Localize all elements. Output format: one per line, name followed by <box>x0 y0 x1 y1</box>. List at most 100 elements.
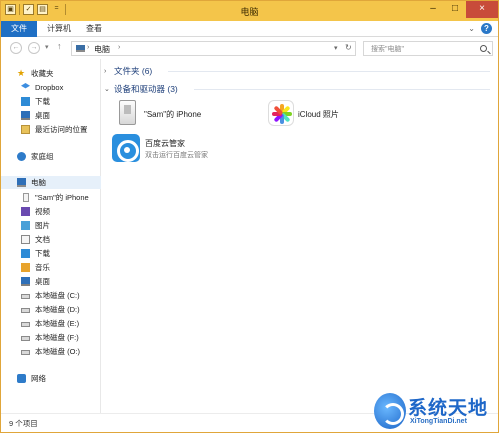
sidebar-item-videos[interactable]: 视频 <box>21 205 50 218</box>
sidebar-item-desktop[interactable]: 桌面 <box>21 109 50 122</box>
watermark: 系统天地 XiTongTianDi.net <box>374 391 498 432</box>
tab-file[interactable]: 文件 <box>1 21 37 37</box>
site-logo-icon <box>374 393 406 429</box>
title-bar: ▣ ✓ ▤ = 电脑 – □ × <box>1 1 498 21</box>
sidebar-item-label: 下载 <box>35 249 50 258</box>
sidebar-item-label: 收藏夹 <box>31 69 54 78</box>
expand-ribbon-icon[interactable]: ⌄ <box>468 24 475 33</box>
music-icon <box>21 263 30 272</box>
star-icon: ★ <box>17 68 26 78</box>
sidebar-item-label: 图片 <box>35 221 50 230</box>
sidebar-item-iphone[interactable]: "Sam"的 iPhone <box>21 191 89 204</box>
device-label: iCloud 照片 <box>298 110 339 119</box>
device-label: "Sam"的 iPhone <box>144 110 202 119</box>
sidebar-item-dropbox[interactable]: Dropbox <box>21 81 63 94</box>
sidebar-item-documents[interactable]: 文档 <box>21 233 50 246</box>
watermark-title: 系统天地 <box>408 398 489 419</box>
device-label: 百度云管家 <box>145 139 185 148</box>
group-divider <box>194 89 490 90</box>
photos-icon <box>268 100 294 126</box>
sidebar-item-label: 本地磁盘 (D:) <box>35 305 80 314</box>
device-subtitle: 双击运行百度云管家 <box>145 152 208 159</box>
sidebar-favorites[interactable]: ★ 收藏夹 <box>17 67 54 80</box>
videos-icon <box>21 207 30 216</box>
sidebar-item-label: Dropbox <box>35 83 64 92</box>
download-icon <box>21 97 30 106</box>
sidebar-computer[interactable]: 电脑 <box>1 176 101 189</box>
ribbon-controls: ⌄ ? <box>468 23 492 34</box>
address-dropdown[interactable]: ▾ <box>334 44 338 52</box>
recent-locations-button[interactable]: ▾ <box>45 43 49 51</box>
sidebar-network[interactable]: 网络 <box>17 372 46 385</box>
sidebar-item-drive-f[interactable]: 本地磁盘 (F:) <box>21 331 79 344</box>
sidebar-item-label: 本地磁盘 (C:) <box>35 291 80 300</box>
sidebar-item-label: 音乐 <box>35 263 50 272</box>
minimize-button[interactable]: – <box>422 1 444 18</box>
path-separator[interactable]: › <box>118 44 120 51</box>
computer-icon <box>17 178 26 187</box>
sidebar-item-label: 文档 <box>35 235 50 244</box>
group-folders[interactable]: › 文件夹 (6) <box>104 64 152 78</box>
tab-view[interactable]: 查看 <box>86 21 102 37</box>
sidebar-item-label: 桌面 <box>35 277 50 286</box>
group-title: 设备和驱动器 (3) <box>114 84 178 94</box>
navigation-pane: ★ 收藏夹 Dropbox 下载 桌面 最近访问的位置 家庭组 电脑 "Sam"… <box>1 59 101 413</box>
group-devices[interactable]: ⌄ 设备和驱动器 (3) <box>104 82 178 96</box>
item-count: 9 个项目 <box>9 419 38 428</box>
sidebar-item-drive-d[interactable]: 本地磁盘 (D:) <box>21 303 80 316</box>
content-pane: › 文件夹 (6) ⌄ 设备和驱动器 (3) "Sam"的 iPhone iCl… <box>102 59 498 413</box>
forward-button[interactable]: → <box>28 42 40 54</box>
close-button[interactable]: × <box>466 1 498 18</box>
homegroup-icon <box>17 152 26 161</box>
help-icon[interactable]: ? <box>481 23 492 34</box>
dropbox-icon <box>21 83 30 89</box>
sidebar-item-pictures[interactable]: 图片 <box>21 219 50 232</box>
drive-icon <box>21 308 30 313</box>
computer-icon <box>76 45 85 52</box>
documents-icon <box>21 235 30 244</box>
sidebar-item-drive-c[interactable]: 本地磁盘 (C:) <box>21 289 80 302</box>
sidebar-item-recent[interactable]: 最近访问的位置 <box>21 123 88 136</box>
group-divider <box>168 71 490 72</box>
sidebar-item-drive-e[interactable]: 本地磁盘 (E:) <box>21 317 79 330</box>
search-icon <box>480 45 487 52</box>
pictures-icon <box>21 221 30 230</box>
search-placeholder: 搜索"电脑" <box>371 46 404 53</box>
back-button[interactable]: ← <box>10 42 22 54</box>
path-segment-computer[interactable]: 电脑 <box>94 44 110 55</box>
sidebar-item-label: 网络 <box>31 374 46 383</box>
sidebar-item-drive-o[interactable]: 本地磁盘 (O:) <box>21 345 80 358</box>
desktop-icon <box>21 277 30 286</box>
sidebar-item-label: 视频 <box>35 207 50 216</box>
sidebar-item-label: 下载 <box>35 97 50 106</box>
drive-icon <box>21 294 30 299</box>
sidebar-item-downloads[interactable]: 下载 <box>21 95 50 108</box>
sidebar-item-label: 桌面 <box>35 111 50 120</box>
sidebar-item-label: 最近访问的位置 <box>35 125 88 134</box>
iphone-icon <box>23 193 29 202</box>
maximize-button[interactable]: □ <box>444 1 466 18</box>
search-input[interactable]: 搜索"电脑" <box>363 41 493 56</box>
desktop-icon <box>21 111 30 120</box>
address-bar[interactable]: › 电脑 › ▾ ↻ <box>71 41 356 56</box>
watermark-url: XiTongTianDi.net <box>410 418 467 425</box>
group-title: 文件夹 (6) <box>114 66 153 76</box>
sidebar-item-downloads-pc[interactable]: 下载 <box>21 247 50 260</box>
up-button[interactable]: ↑ <box>57 41 62 51</box>
sidebar-item-label: 本地磁盘 (O:) <box>35 347 80 356</box>
sidebar-item-label: 本地磁盘 (F:) <box>35 333 79 342</box>
ribbon-tabs: 文件 计算机 查看 ⌄ ? <box>1 21 498 37</box>
sidebar-item-label: 家庭组 <box>31 152 54 161</box>
sidebar-item-label: 电脑 <box>31 178 46 187</box>
tab-computer[interactable]: 计算机 <box>47 21 71 37</box>
sidebar-homegroup[interactable]: 家庭组 <box>17 150 54 163</box>
path-separator[interactable]: › <box>87 44 89 51</box>
refresh-button[interactable]: ↻ <box>345 43 352 52</box>
sidebar-item-label: "Sam"的 iPhone <box>35 193 89 202</box>
drive-icon <box>21 322 30 327</box>
baidu-cloud-icon <box>112 134 140 162</box>
expand-icon: › <box>104 67 107 75</box>
download-icon <box>21 249 30 258</box>
sidebar-item-desktop-pc[interactable]: 桌面 <box>21 275 50 288</box>
sidebar-item-music[interactable]: 音乐 <box>21 261 50 274</box>
